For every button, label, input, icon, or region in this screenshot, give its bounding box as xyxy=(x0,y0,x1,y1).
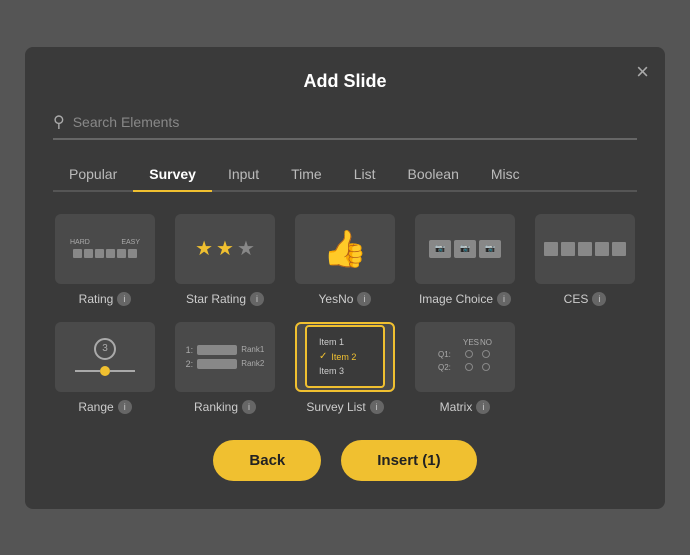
star-rating-info[interactable]: i xyxy=(250,292,264,306)
img-ph1: 📷 xyxy=(429,240,451,258)
modal-title: Add Slide xyxy=(53,71,637,92)
yesno-icon: 👍 xyxy=(323,228,368,270)
range-icon-box: 3 xyxy=(55,322,155,392)
close-button[interactable]: × xyxy=(636,61,649,83)
yesno-label: YesNo i xyxy=(319,292,372,306)
tab-time[interactable]: Time xyxy=(275,158,338,190)
matrix-label: Matrix i xyxy=(440,400,491,414)
back-button[interactable]: Back xyxy=(213,440,321,481)
image-choice-label: Image Choice i xyxy=(419,292,511,306)
insert-button[interactable]: Insert (1) xyxy=(341,440,476,481)
element-rating[interactable]: HARD EASY Rating i xyxy=(53,214,157,306)
rating-icon: HARD EASY xyxy=(70,239,140,258)
tab-input[interactable]: Input xyxy=(212,158,275,190)
ces-icon-box xyxy=(535,214,635,284)
image-choice-icon: 📷 📷 📷 xyxy=(429,240,501,258)
elements-grid: HARD EASY Rating i xyxy=(53,214,637,414)
element-image-choice[interactable]: 📷 📷 📷 Image Choice i xyxy=(413,214,517,306)
survey-list-icon-box: Item 1 ✓ Item 2 Item 3 xyxy=(295,322,395,392)
element-range[interactable]: 3 Range i xyxy=(53,322,157,414)
element-ces[interactable]: CES i xyxy=(533,214,637,306)
range-info[interactable]: i xyxy=(118,400,132,414)
tab-list[interactable]: List xyxy=(338,158,392,190)
ces-label: CES i xyxy=(564,292,607,306)
img-ph3: 📷 xyxy=(479,240,501,258)
rating-icon-box: HARD EASY xyxy=(55,214,155,284)
search-icon: ⚲ xyxy=(53,112,65,132)
buttons-row: Back Insert (1) xyxy=(53,440,637,481)
ces-info[interactable]: i xyxy=(592,292,606,306)
survey-list-icon: Item 1 ✓ Item 2 Item 3 xyxy=(305,325,385,388)
element-yesno[interactable]: 👍 YesNo i xyxy=(293,214,397,306)
element-survey-list[interactable]: Item 1 ✓ Item 2 Item 3 Survey List i xyxy=(293,322,397,414)
image-choice-icon-box: 📷 📷 📷 xyxy=(415,214,515,284)
element-matrix[interactable]: YES NO Q1: Q2: Matrix xyxy=(413,322,517,414)
yesno-icon-box: 👍 xyxy=(295,214,395,284)
yesno-info[interactable]: i xyxy=(357,292,371,306)
ces-icon xyxy=(544,242,626,256)
star-rating-icon: ★ ★ ★ xyxy=(195,236,255,261)
matrix-icon: YES NO Q1: Q2: xyxy=(438,338,492,376)
element-star-rating[interactable]: ★ ★ ★ Star Rating i xyxy=(173,214,277,306)
image-choice-info[interactable]: i xyxy=(497,292,511,306)
survey-list-info[interactable]: i xyxy=(370,400,384,414)
ranking-label: Ranking i xyxy=(194,400,256,414)
tab-popular[interactable]: Popular xyxy=(53,158,133,190)
rating-info[interactable]: i xyxy=(117,292,131,306)
search-bar: ⚲ xyxy=(53,112,637,140)
tabs-bar: Popular Survey Input Time List Boolean M… xyxy=(53,158,637,192)
add-slide-modal: Add Slide × ⚲ Popular Survey Input Time … xyxy=(25,47,665,509)
ranking-icon: 1: Rank1 2: Rank2 xyxy=(186,345,265,369)
ranking-info[interactable]: i xyxy=(242,400,256,414)
rating-label: Rating i xyxy=(79,292,132,306)
tab-boolean[interactable]: Boolean xyxy=(392,158,475,190)
element-ranking[interactable]: 1: Rank1 2: Rank2 Ranking i xyxy=(173,322,277,414)
range-icon: 3 xyxy=(75,338,135,376)
tab-survey[interactable]: Survey xyxy=(133,158,212,190)
img-ph2: 📷 xyxy=(454,240,476,258)
matrix-info[interactable]: i xyxy=(476,400,490,414)
range-label: Range i xyxy=(78,400,131,414)
ranking-icon-box: 1: Rank1 2: Rank2 xyxy=(175,322,275,392)
tab-misc[interactable]: Misc xyxy=(475,158,536,190)
star-rating-label: Star Rating i xyxy=(186,292,264,306)
matrix-icon-box: YES NO Q1: Q2: xyxy=(415,322,515,392)
star-rating-icon-box: ★ ★ ★ xyxy=(175,214,275,284)
search-input[interactable] xyxy=(73,114,637,130)
survey-list-label: Survey List i xyxy=(306,400,383,414)
